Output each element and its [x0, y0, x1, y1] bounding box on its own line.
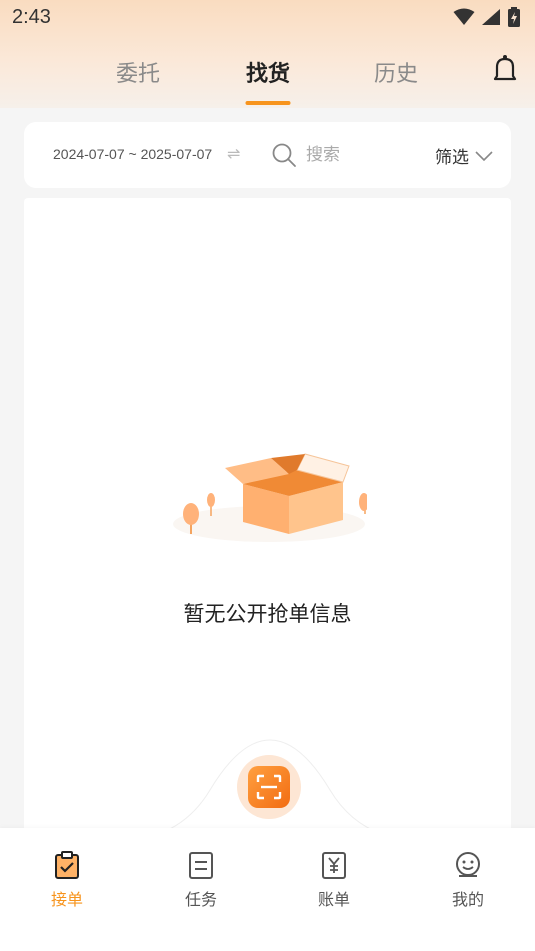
swap-icon[interactable]: ⇌ [227, 144, 240, 163]
nav-label: 我的 [451, 890, 484, 909]
tab-entrust[interactable]: 委托 [116, 56, 160, 88]
scan-button[interactable] [237, 755, 301, 819]
status-bar: 2:43 [0, 0, 535, 36]
bill-yuan-icon [322, 852, 346, 879]
active-tab-indicator [245, 101, 291, 105]
top-tabs: 委托 找货 历史 [0, 50, 535, 108]
wifi-icon [453, 8, 475, 25]
date-range[interactable]: 2024-07-07 ~ 2025-07-07 [53, 146, 212, 162]
status-icons [453, 7, 521, 27]
battery-icon [508, 7, 520, 27]
nav-label: 接单 [50, 890, 83, 909]
nav-item-take-orders[interactable]: 接单 [27, 850, 107, 910]
status-time: 2:43 [12, 6, 51, 28]
filter-label: 筛选 [435, 148, 469, 168]
filter-card: 2024-07-07 ~ 2025-07-07 ⇌ 筛选 [24, 122, 511, 188]
tab-history[interactable]: 历史 [374, 56, 418, 88]
nav-item-tasks[interactable]: 任务 [161, 850, 241, 910]
profile-icon [456, 852, 480, 877]
empty-box-illustration [173, 453, 367, 542]
task-list-icon [189, 852, 213, 879]
clipboard-check-icon [55, 851, 79, 879]
search-icon [272, 143, 296, 167]
bottom-nav: 接单 任务 账单 我的 [0, 828, 535, 951]
search-input[interactable] [306, 142, 426, 168]
chevron-down-icon [475, 150, 493, 161]
nav-item-bills[interactable]: 账单 [294, 850, 374, 910]
nav-item-mine[interactable]: 我的 [428, 850, 508, 910]
nav-label: 账单 [317, 890, 350, 909]
nav-label: 任务 [184, 890, 217, 909]
bell-icon[interactable] [491, 54, 519, 84]
scan-icon [248, 766, 290, 808]
filter-button[interactable]: 筛选 [435, 143, 493, 168]
signal-icon [482, 9, 500, 25]
empty-state-message: 暂无公开抢单信息 [183, 602, 352, 626]
tab-find-goods[interactable]: 找货 [246, 56, 290, 88]
